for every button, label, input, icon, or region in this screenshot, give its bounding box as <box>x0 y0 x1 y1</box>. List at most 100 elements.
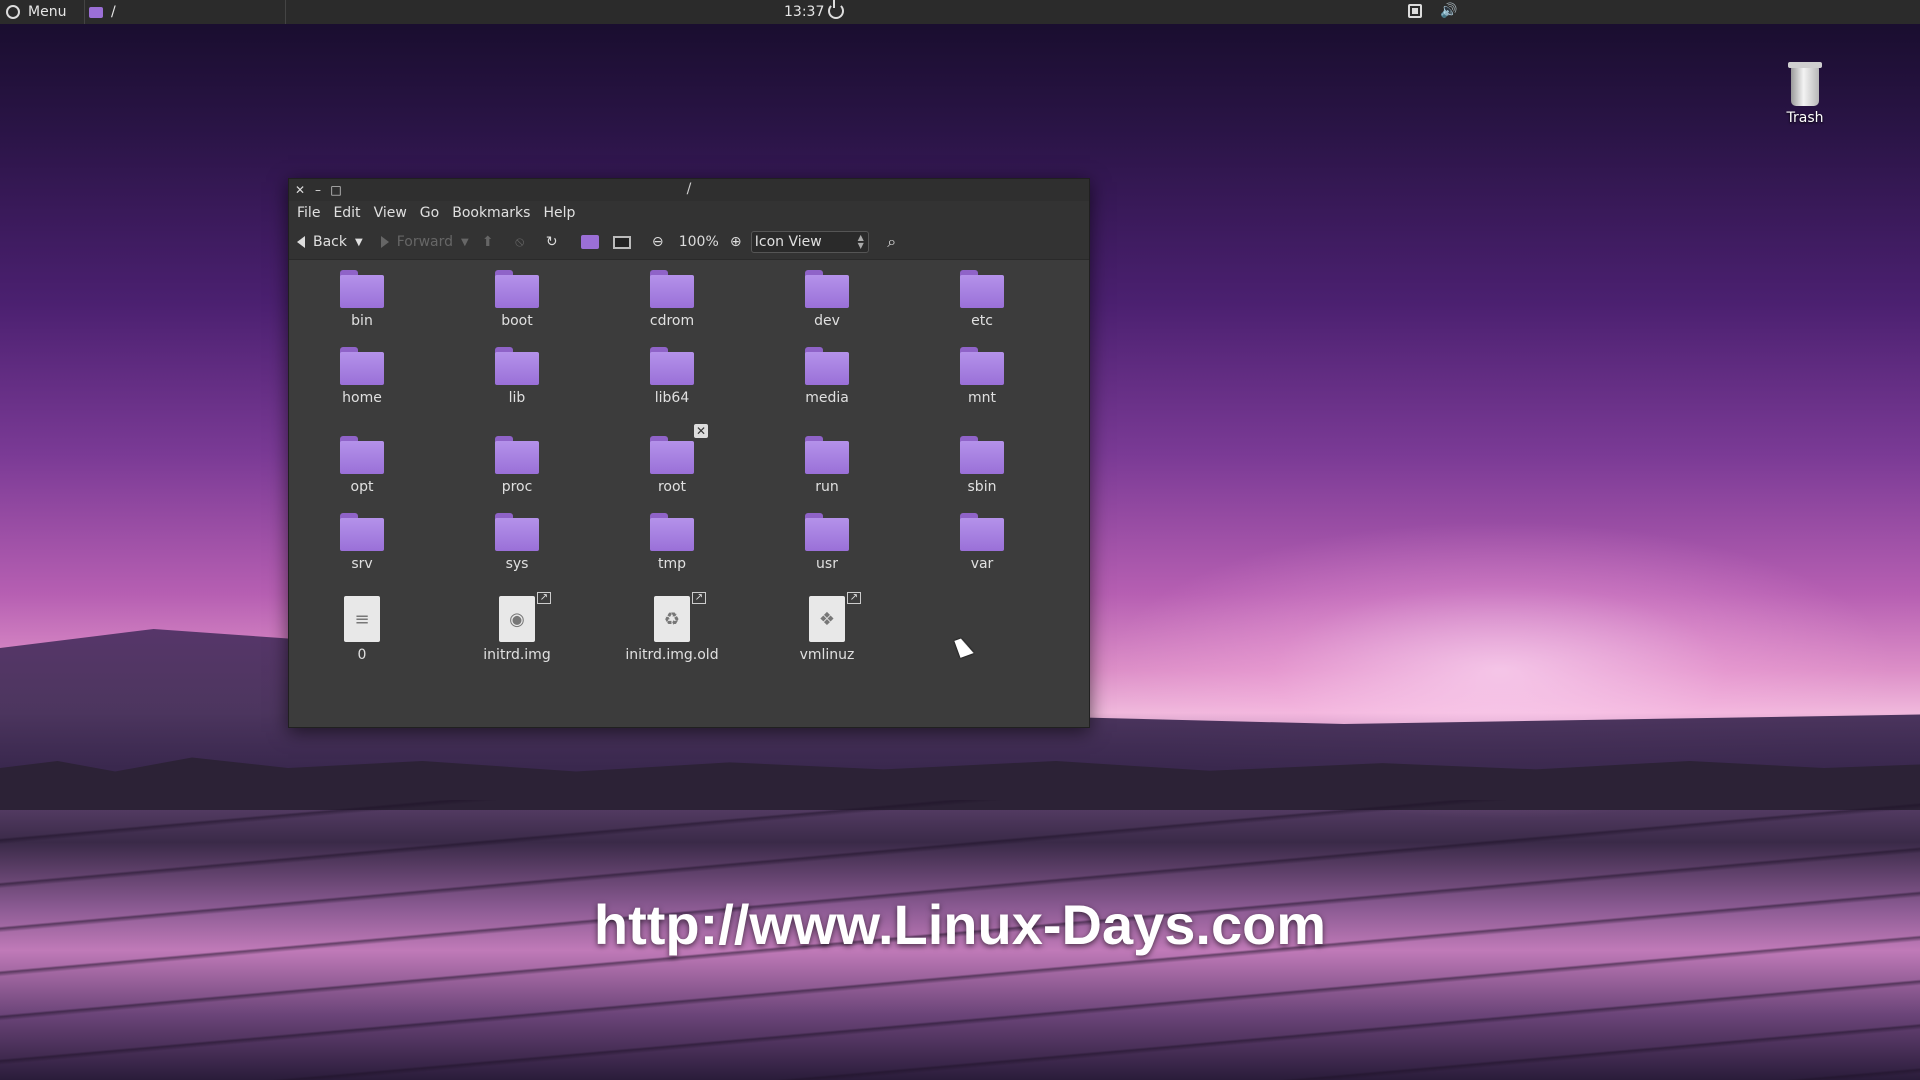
zoom-level[interactable]: 100% <box>679 234 719 250</box>
forward-arrow-icon <box>380 236 389 248</box>
folder-item-boot[interactable]: boot <box>462 270 572 329</box>
folder-icon <box>805 513 849 551</box>
folder-icon <box>650 347 694 385</box>
folder-item-lib[interactable]: lib <box>462 347 572 406</box>
item-label: initrd.img <box>483 647 551 663</box>
folder-item-root[interactable]: ✕ root <box>617 424 727 495</box>
item-label: tmp <box>657 556 686 572</box>
item-label: cdrom <box>649 313 695 329</box>
back-label: Back <box>313 234 347 250</box>
folder-icon <box>650 513 694 551</box>
screenshot-icon[interactable] <box>1408 4 1422 18</box>
folder-item-usr[interactable]: usr <box>772 513 882 572</box>
folder-icon <box>495 270 539 308</box>
folder-item-sys[interactable]: sys <box>462 513 572 572</box>
folder-item-lib64[interactable]: lib64 <box>617 347 727 406</box>
item-label: opt <box>350 479 374 495</box>
trash-icon <box>1788 62 1822 106</box>
folder-icon <box>495 347 539 385</box>
trash-label: Trash <box>1786 110 1824 126</box>
folder-item-home[interactable]: home <box>307 347 417 406</box>
panel-clock[interactable]: 13:37 <box>784 0 824 24</box>
file-item-initrd-img-old[interactable]: ♻ ↗ initrd.img.old <box>617 592 727 663</box>
folder-item-media[interactable]: media <box>772 347 882 406</box>
menu-icon <box>6 5 20 19</box>
item-label: usr <box>816 556 838 572</box>
folder-icon <box>805 436 849 474</box>
forward-label: Forward <box>396 234 454 250</box>
top-panel: Menu / 13:37 🔊 <box>0 0 1920 24</box>
folder-item-proc[interactable]: proc <box>462 436 572 495</box>
folder-icon <box>960 513 1004 551</box>
folder-icon <box>340 436 384 474</box>
folder-item-cdrom[interactable]: cdrom <box>617 270 727 329</box>
taskbar-window-title: / <box>111 4 116 20</box>
item-label: dev <box>814 313 840 329</box>
item-label: boot <box>501 313 533 329</box>
item-label: srv <box>351 556 373 572</box>
no-access-icon: ✕ <box>694 424 708 438</box>
menu-file[interactable]: File <box>297 205 320 221</box>
desktop-trash[interactable]: Trash <box>1770 62 1840 126</box>
file-item-vmlinuz[interactable]: ❖ ↗ vmlinuz <box>772 592 882 663</box>
up-icon[interactable]: ⬆ <box>479 233 497 251</box>
search-icon[interactable]: ⌕ <box>883 232 901 251</box>
folder-item-opt[interactable]: opt <box>307 436 417 495</box>
folder-item-dev[interactable]: dev <box>772 270 882 329</box>
item-label: run <box>815 479 839 495</box>
folder-item-bin[interactable]: bin <box>307 270 417 329</box>
taskbar-window-button[interactable]: / <box>84 0 286 24</box>
item-label: proc <box>501 479 533 495</box>
window-titlebar[interactable]: / ✕ – □ <box>289 179 1089 201</box>
folder-icon: ✕ <box>650 424 708 474</box>
power-icon[interactable] <box>828 0 844 19</box>
view-mode-select[interactable]: Icon View ▲ ▼ <box>750 231 869 253</box>
menu-help[interactable]: Help <box>543 205 575 221</box>
archive-icon: ♻ ↗ <box>654 592 706 642</box>
item-label: etc <box>971 313 993 329</box>
home-icon[interactable] <box>580 233 599 251</box>
item-label: vmlinuz <box>799 647 855 663</box>
folder-icon <box>805 270 849 308</box>
panel-menu-label: Menu <box>28 4 67 20</box>
icon-view[interactable]: bin boot cdrom dev etc home lib lib64 me… <box>289 260 1089 727</box>
item-label: initrd.img.old <box>625 647 719 663</box>
folder-icon <box>340 513 384 551</box>
forward-history-dropdown-icon[interactable]: ▼ <box>461 237 469 248</box>
file-item-0[interactable]: ≡ 0 <box>307 596 417 663</box>
folder-item-mnt[interactable]: mnt <box>927 347 1037 406</box>
folder-item-tmp[interactable]: tmp <box>617 513 727 572</box>
disk-image-icon: ◉ ↗ <box>499 592 551 642</box>
symlink-icon: ↗ <box>537 592 551 604</box>
computer-icon[interactable] <box>612 233 631 251</box>
folder-item-run[interactable]: run <box>772 436 882 495</box>
menu-view[interactable]: View <box>374 205 407 221</box>
folder-item-etc[interactable]: etc <box>927 270 1037 329</box>
back-button[interactable]: Back ▼ <box>297 234 363 250</box>
folder-item-srv[interactable]: srv <box>307 513 417 572</box>
folder-item-var[interactable]: var <box>927 513 1037 572</box>
menu-bookmarks[interactable]: Bookmarks <box>452 205 530 221</box>
forward-button[interactable]: Forward ▼ <box>380 234 469 250</box>
zoom-in-icon[interactable]: ⊕ <box>727 233 745 251</box>
volume-icon[interactable]: 🔊 <box>1440 3 1457 19</box>
symlink-icon: ↗ <box>692 592 706 604</box>
item-label: media <box>805 390 849 406</box>
folder-icon <box>960 436 1004 474</box>
view-mode-value: Icon View <box>754 234 822 250</box>
item-label: sys <box>505 556 529 572</box>
zoom-out-icon[interactable]: ⊖ <box>649 233 667 251</box>
folder-icon <box>960 347 1004 385</box>
reload-icon[interactable]: ↻ <box>543 233 561 251</box>
file-item-initrd-img[interactable]: ◉ ↗ initrd.img <box>462 592 572 663</box>
menu-edit[interactable]: Edit <box>333 205 360 221</box>
menu-go[interactable]: Go <box>420 205 439 221</box>
folder-item-sbin[interactable]: sbin <box>927 436 1037 495</box>
item-label: 0 <box>357 647 367 663</box>
item-label: sbin <box>967 479 997 495</box>
back-history-dropdown-icon[interactable]: ▼ <box>355 237 363 248</box>
panel-menu-button[interactable]: Menu <box>0 0 78 24</box>
binary-file-icon: ❖ ↗ <box>809 592 861 642</box>
stop-icon[interactable]: ⦸ <box>511 233 529 251</box>
watermark-text: http://www.Linux-Days.com <box>593 893 1327 956</box>
